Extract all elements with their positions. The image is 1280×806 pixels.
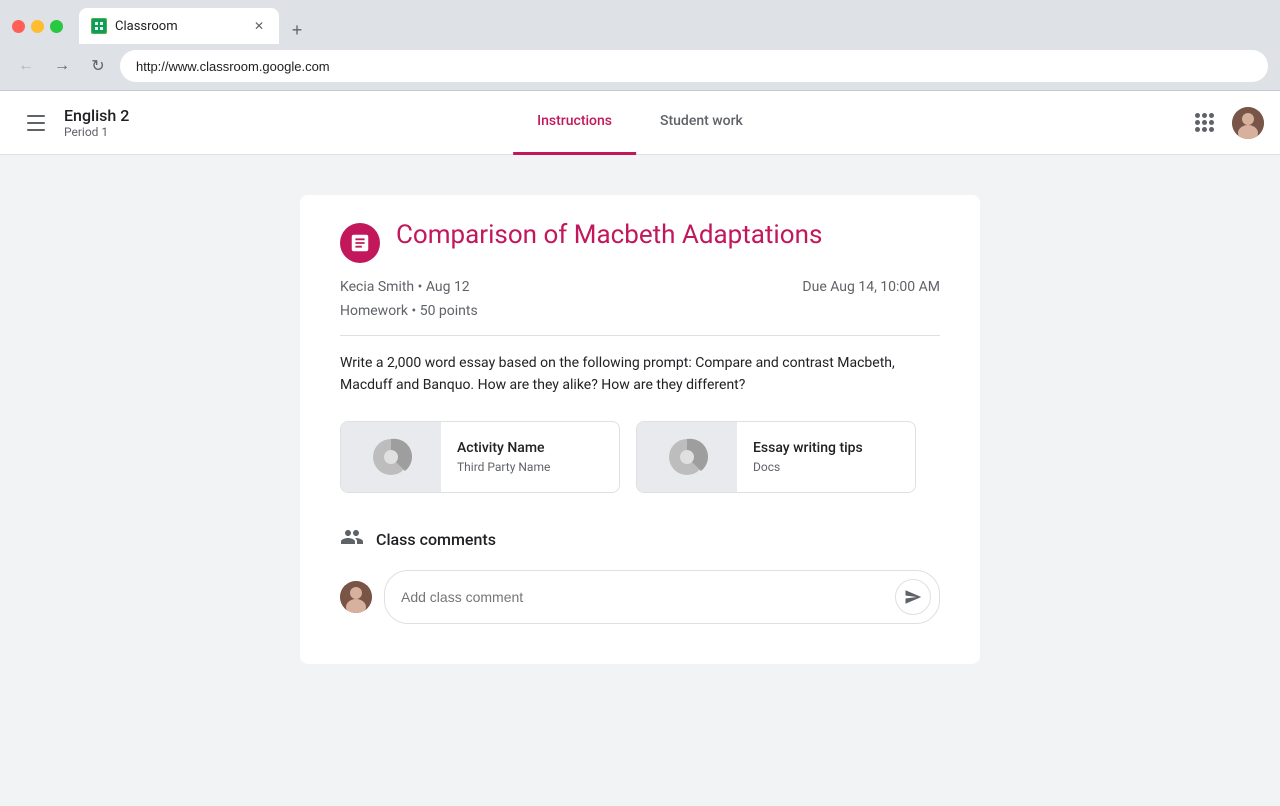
reload-button[interactable]: ↻ [84, 52, 112, 80]
assignment-due: Due Aug 14, 10:00 AM [802, 279, 940, 295]
menu-bar-1 [27, 115, 45, 117]
attachments: Activity Name Third Party Name Ess [340, 421, 940, 493]
comment-avatar-image [340, 581, 372, 613]
divider [340, 335, 940, 336]
class-info: English 2 Period 1 [64, 106, 184, 139]
window-minimize-button[interactable] [31, 20, 44, 33]
avatar[interactable] [1232, 107, 1264, 139]
browser-chrome: Classroom ✕ + ← → ↻ [0, 0, 1280, 91]
tab-bar: Classroom ✕ + [79, 8, 311, 44]
attachment-thumb-2 [637, 422, 737, 492]
attachment-card-2[interactable]: Essay writing tips Docs [636, 421, 916, 493]
attachment-name-1: Activity Name [457, 440, 603, 456]
comment-input[interactable] [401, 589, 887, 605]
attachment-info-1: Activity Name Third Party Name [441, 428, 619, 486]
grid-dots-icon [1195, 113, 1214, 132]
avatar-image [1232, 107, 1264, 139]
window-close-button[interactable] [12, 20, 25, 33]
app-header: English 2 Period 1 Instructions Student … [0, 91, 1280, 155]
google-apps-button[interactable] [1184, 103, 1224, 143]
tab-student-work[interactable]: Student work [636, 91, 767, 155]
main-content: Comparison of Macbeth Adaptations Kecia … [0, 155, 1280, 806]
comment-input-row [340, 570, 940, 624]
forward-button[interactable]: → [48, 52, 76, 80]
comments-title: Class comments [376, 530, 496, 549]
comment-user-avatar [340, 581, 372, 613]
tab-favicon [91, 18, 107, 34]
tab-title: Classroom [115, 19, 243, 34]
attachment-info-2: Essay writing tips Docs [737, 428, 915, 486]
browser-addressbar: ← → ↻ [0, 44, 1280, 90]
comment-input-wrapper [384, 570, 940, 624]
comments-people-icon [340, 525, 364, 554]
header-right [1184, 103, 1264, 143]
class-period: Period 1 [64, 125, 184, 139]
class-name: English 2 [64, 106, 184, 125]
assignment-title: Comparison of Macbeth Adaptations [396, 219, 822, 253]
assignment-author-date: Kecia Smith • Aug 12 [340, 279, 470, 295]
window-maximize-button[interactable] [50, 20, 63, 33]
header-tabs: Instructions Student work [513, 91, 767, 155]
menu-bar-3 [27, 129, 45, 131]
assignment-description: Write a 2,000 word essay based on the fo… [340, 352, 940, 397]
comments-header: Class comments [340, 525, 940, 554]
menu-bar-2 [27, 122, 45, 124]
attachment-type-2: Docs [753, 460, 899, 474]
assignment-header: Comparison of Macbeth Adaptations [340, 195, 940, 279]
back-button[interactable]: ← [12, 52, 40, 80]
attachment-thumb-1 [341, 422, 441, 492]
assignment-points: Homework • 50 points [340, 303, 940, 319]
attachment-name-2: Essay writing tips [753, 440, 899, 456]
app-container: English 2 Period 1 Instructions Student … [0, 91, 1280, 806]
attachment-type-1: Third Party Name [457, 460, 603, 474]
assignment-icon [340, 223, 380, 263]
address-bar[interactable] [120, 50, 1268, 82]
new-tab-button[interactable]: + [283, 16, 311, 44]
window-controls [12, 20, 63, 33]
menu-button[interactable] [16, 103, 56, 143]
browser-titlebar: Classroom ✕ + [0, 0, 1280, 44]
browser-tab[interactable]: Classroom ✕ [79, 8, 279, 44]
comments-section: Class comments [340, 525, 940, 624]
tab-instructions[interactable]: Instructions [513, 91, 636, 155]
tab-close-button[interactable]: ✕ [251, 18, 267, 34]
send-comment-button[interactable] [895, 579, 931, 615]
assignment-meta: Kecia Smith • Aug 12 Due Aug 14, 10:00 A… [340, 279, 940, 295]
content-card: Comparison of Macbeth Adaptations Kecia … [300, 195, 980, 664]
attachment-card-1[interactable]: Activity Name Third Party Name [340, 421, 620, 493]
